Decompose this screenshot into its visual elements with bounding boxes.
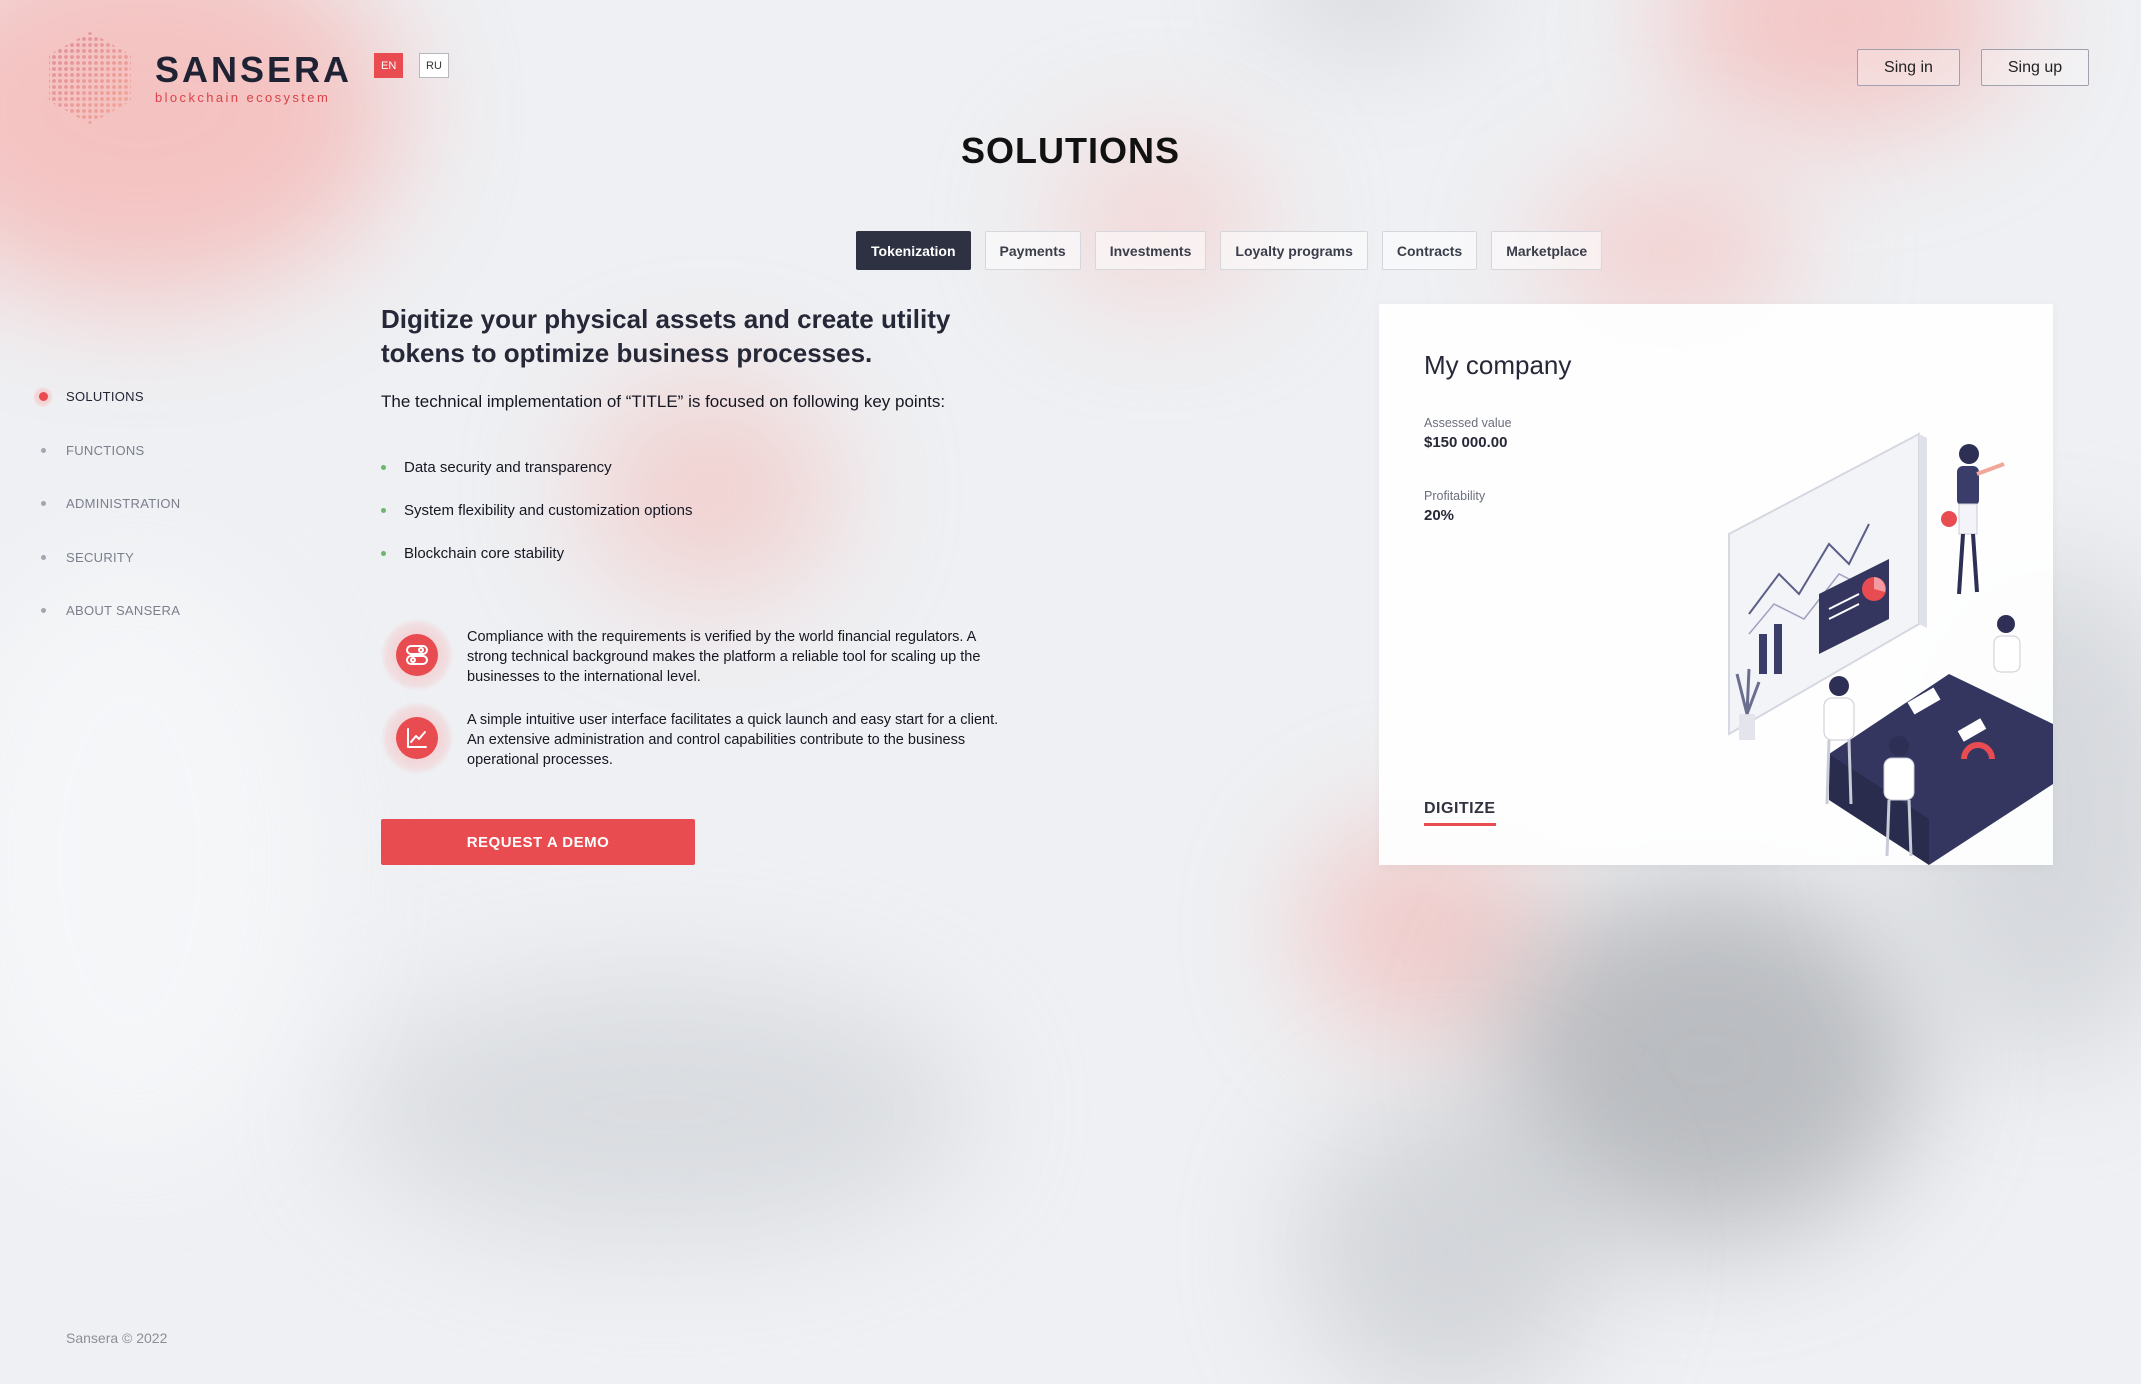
nav-item-label: SECURITY bbox=[66, 549, 135, 565]
brand-name: SANSERA bbox=[155, 48, 353, 90]
team-meeting-illustration-icon bbox=[1728, 432, 2053, 865]
nav-item-administration[interactable]: ADMINISTRATION bbox=[33, 477, 180, 531]
nav-dot-icon bbox=[33, 547, 53, 567]
brand-tagline: blockchain ecosystem bbox=[155, 89, 331, 105]
profitability-value: 20% bbox=[1424, 507, 1455, 524]
key-point-text: Blockchain core stability bbox=[404, 545, 565, 562]
bullet-icon bbox=[381, 551, 386, 556]
page-title: SOLUTIONS bbox=[960, 130, 1180, 171]
feature-compliance: Compliance with the requirements is veri… bbox=[381, 619, 1007, 691]
company-card: My company Assessed value $150 000.00 Pr… bbox=[1379, 304, 2053, 865]
nav-item-label: ADMINISTRATION bbox=[66, 496, 181, 512]
nav-item-about-sansera[interactable]: ABOUT SANSERA bbox=[33, 584, 180, 638]
line-chart-icon bbox=[396, 717, 438, 759]
section-headline: Digitize your physical assets and create… bbox=[381, 304, 951, 368]
key-points-list: Data security and transparency System fl… bbox=[381, 446, 692, 575]
tab-payments[interactable]: Payments bbox=[984, 231, 1081, 270]
card-title: My company bbox=[1424, 350, 1572, 380]
tab-tokenization[interactable]: Tokenization bbox=[856, 231, 971, 270]
bullet-icon bbox=[381, 508, 386, 513]
tab-contracts[interactable]: Contracts bbox=[1381, 231, 1478, 270]
key-point-text: Data security and transparency bbox=[404, 459, 612, 476]
tab-marketplace[interactable]: Marketplace bbox=[1491, 231, 1603, 270]
nav-item-functions[interactable]: FUNCTIONS bbox=[33, 424, 180, 478]
request-demo-button[interactable]: REQUEST A DEMO bbox=[381, 819, 695, 865]
nav-item-label: SOLUTIONS bbox=[66, 389, 144, 405]
feature-text: A simple intuitive user interface facili… bbox=[467, 712, 999, 768]
toggle-switches-icon bbox=[396, 634, 438, 676]
bullet-icon bbox=[381, 465, 386, 470]
feature-text: Compliance with the requirements is veri… bbox=[467, 629, 981, 685]
nav-dot-icon bbox=[33, 440, 53, 460]
assessed-value-label: Assessed value bbox=[1424, 416, 1512, 430]
tab-loyalty-programs[interactable]: Loyalty programs bbox=[1220, 231, 1368, 270]
tab-investments[interactable]: Investments bbox=[1094, 231, 1207, 270]
sansera-logo-mark-icon bbox=[45, 30, 135, 126]
list-item: System flexibility and customization opt… bbox=[381, 489, 692, 532]
nav-item-label: FUNCTIONS bbox=[66, 442, 145, 458]
digitize-link[interactable]: DIGITIZE bbox=[1424, 800, 1496, 826]
feature-icon-halo bbox=[381, 702, 453, 774]
brand-logo[interactable]: SANSERA blockchain ecosystem bbox=[45, 30, 352, 126]
sign-up-button[interactable]: Sing up bbox=[1981, 49, 2089, 86]
list-item: Blockchain core stability bbox=[381, 532, 692, 575]
side-navigation: SOLUTIONS FUNCTIONS ADMINISTRATION SECUR… bbox=[33, 370, 180, 638]
sign-in-button[interactable]: Sing in bbox=[1857, 49, 1960, 86]
nav-dot-icon bbox=[33, 601, 53, 621]
key-point-text: System flexibility and customization opt… bbox=[404, 502, 693, 519]
section-subhead: The technical implementation of “TITLE” … bbox=[381, 392, 946, 411]
feature-icon-halo bbox=[381, 619, 453, 691]
nav-item-solutions[interactable]: SOLUTIONS bbox=[33, 370, 180, 424]
nav-active-dot-icon bbox=[33, 386, 53, 407]
footer-copyright: Sansera © 2022 bbox=[66, 1330, 168, 1346]
language-en-button[interactable]: EN bbox=[374, 53, 404, 78]
language-ru-button[interactable]: RU bbox=[419, 53, 449, 78]
nav-item-label: ABOUT SANSERA bbox=[66, 603, 181, 619]
profitability-label: Profitability bbox=[1424, 489, 1486, 503]
nav-item-security[interactable]: SECURITY bbox=[33, 531, 180, 585]
solution-tabs: Tokenization Payments Investments Loyalt… bbox=[856, 231, 1603, 270]
list-item: Data security and transparency bbox=[381, 446, 692, 489]
nav-dot-icon bbox=[33, 494, 53, 514]
assessed-value: $150 000.00 bbox=[1424, 434, 1508, 451]
feature-interface: A simple intuitive user interface facili… bbox=[381, 702, 1007, 774]
